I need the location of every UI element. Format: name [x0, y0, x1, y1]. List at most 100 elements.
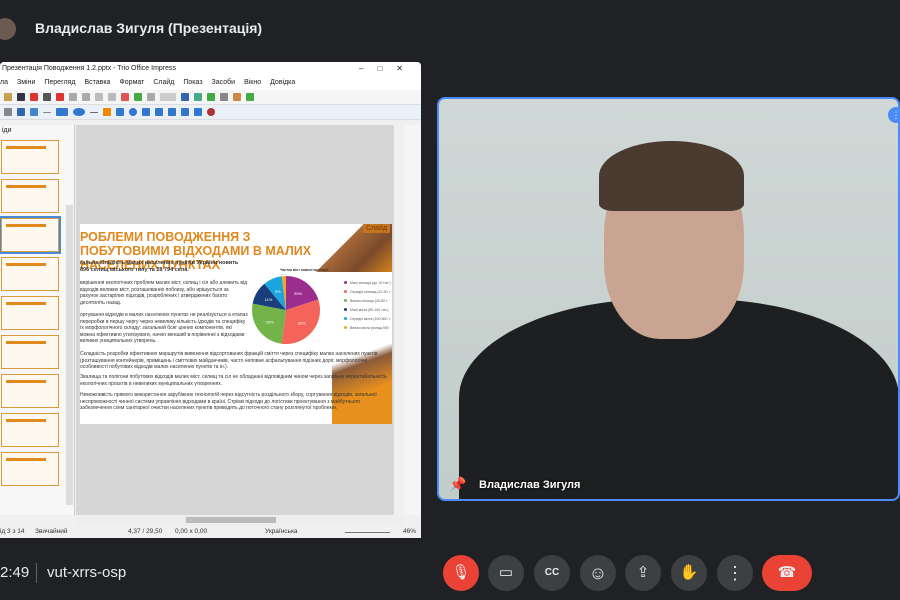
slide-thumbnail[interactable] [1, 335, 59, 369]
tile-options-icon[interactable]: ⋮ [888, 107, 898, 123]
slide-thumbnail[interactable] [1, 257, 59, 291]
3d-icon[interactable] [194, 108, 202, 116]
status-layout: Звичайний [35, 528, 68, 535]
status-size: 0,00 x 0,00 [175, 528, 208, 535]
raise-hand-button[interactable]: ✋ [671, 555, 707, 591]
divider [36, 563, 37, 583]
export-pdf-icon[interactable] [30, 93, 38, 101]
slide-thumbnail[interactable] [1, 179, 59, 213]
curve-icon[interactable] [103, 108, 111, 116]
participant-video-tile[interactable]: ⋮ 📌 Владислав Зигуля [437, 97, 900, 501]
line-color-icon[interactable] [17, 108, 25, 116]
slide-thumbnail[interactable] [1, 140, 59, 174]
copy-icon[interactable] [69, 93, 77, 101]
paste-icon[interactable] [82, 93, 90, 101]
menu-item[interactable]: Засоби [212, 79, 236, 88]
legend-label: Малі міста (50-100 тис.) [350, 308, 389, 312]
menu-item[interactable]: Формат [119, 79, 144, 88]
menu-item[interactable]: Показ [183, 79, 202, 88]
slide-thumbnail[interactable] [1, 374, 59, 408]
pie-chart: 20% 32% 26% 11%9% 2% [252, 274, 320, 344]
pie-data-label: 11% [265, 297, 273, 302]
top-bar: Владислав Зигуля (Презентація) [0, 0, 900, 55]
menu-item[interactable]: Довідка [270, 79, 295, 88]
legend-swatch [344, 281, 347, 284]
menu-item[interactable]: Слайд [153, 79, 174, 88]
menu-item[interactable]: Перегляд [44, 79, 75, 88]
flowchart-icon[interactable] [155, 108, 163, 116]
open-icon[interactable] [4, 93, 12, 101]
slide-thumbnail-selected[interactable] [0, 216, 61, 254]
window-controls[interactable]: –□✕ [359, 64, 417, 73]
slide-icon[interactable] [181, 93, 189, 101]
menu-bar: ла Зміни Перегляд Вставка Формат Слайд П… [0, 77, 421, 90]
star-icon[interactable] [181, 108, 189, 116]
present-button[interactable]: ⇪ [625, 555, 661, 591]
slide-thumbnail[interactable] [1, 413, 59, 447]
more-icon: ⋮ [726, 563, 744, 583]
meeting-time: 2:49 [0, 564, 30, 581]
table-icon[interactable] [220, 93, 228, 101]
smiley-shape-icon[interactable] [129, 108, 137, 116]
save-icon[interactable] [17, 93, 25, 101]
start-show-icon[interactable] [194, 93, 202, 101]
slide-editor: Слайд РОБЛЕМИ ПОВОДЖЕННЯ З ПОБУТОВИМИ ВІ… [76, 125, 394, 515]
undo-icon[interactable] [95, 93, 103, 101]
meeting-code: vut-xrrs-osp [47, 564, 127, 581]
slides-scrollbar[interactable] [66, 205, 73, 505]
horizontal-scrollbar[interactable] [76, 515, 404, 525]
pin-icon[interactable]: 📌 [449, 476, 466, 493]
arrow-icon[interactable] [90, 111, 98, 113]
slide-thumbnail[interactable] [1, 452, 59, 486]
redo-icon[interactable] [108, 93, 116, 101]
image-icon[interactable] [233, 93, 241, 101]
pie-data-label: 9% [275, 289, 281, 294]
leave-call-button[interactable]: ☎ [762, 555, 812, 591]
menu-item[interactable]: Зміни [17, 79, 35, 88]
legend-swatch [344, 299, 347, 302]
captions-button[interactable]: CC [534, 555, 570, 591]
find-icon[interactable] [121, 93, 129, 101]
camera-icon: ▭ [498, 564, 514, 581]
emoji-button[interactable]: ☺ [580, 555, 616, 591]
zoom-slider[interactable] [345, 532, 390, 533]
line-icon[interactable] [43, 111, 51, 113]
status-language: Українська [265, 528, 298, 535]
pie-data-label: 26% [265, 319, 273, 324]
legend-entry: Малі міста (50-100 тис.) [344, 306, 391, 315]
double-arrow-icon[interactable] [142, 108, 150, 116]
cut-icon[interactable] [56, 93, 64, 101]
status-position: 4,37 / 29,50 [128, 528, 163, 535]
print-icon[interactable] [43, 93, 51, 101]
spellcheck-icon[interactable] [134, 93, 142, 101]
more-options-button[interactable]: ⋮ [717, 555, 753, 591]
chart-icon[interactable] [246, 93, 254, 101]
status-zoom: 46% [403, 528, 417, 535]
legend-entry: Середні селища (10-20 т [344, 288, 391, 297]
mic-off-button[interactable]: 🎙 [443, 555, 479, 591]
present-icon: ⇪ [636, 564, 650, 581]
menu-item[interactable]: Вставка [84, 79, 110, 88]
diamond-icon[interactable] [116, 108, 124, 116]
legend-swatch [344, 290, 347, 293]
menu-item[interactable]: Вікно [244, 79, 261, 88]
slide-canvas[interactable]: Слайд РОБЛЕМИ ПОВОДЖЕННЯ З ПОБУТОВИМИ ВІ… [80, 224, 392, 424]
present-icon[interactable] [207, 93, 215, 101]
display-icon[interactable] [160, 93, 176, 101]
slide-intro: гальна кількість малих населених пунктів… [80, 260, 239, 273]
slide-paragraph: Звалища та полігони побутових відходів м… [80, 374, 387, 387]
callout-icon[interactable] [168, 108, 176, 116]
fill-color-icon[interactable] [30, 108, 38, 116]
rotate-icon[interactable] [207, 108, 215, 116]
legend-entry: Великі селища (20-50 т [344, 297, 391, 306]
slide-thumbnail[interactable] [1, 296, 59, 330]
camera-button[interactable]: ▭ [488, 555, 524, 591]
drawing-toolbar [0, 105, 421, 120]
pie-data-label: 32% [298, 321, 306, 326]
legend-swatch [344, 317, 347, 320]
grid-icon[interactable] [147, 93, 155, 101]
ellipse-icon[interactable] [73, 108, 85, 116]
zoom-icon[interactable] [4, 108, 12, 116]
rectangle-icon[interactable] [56, 108, 68, 116]
menu-item[interactable]: ла [0, 79, 8, 88]
